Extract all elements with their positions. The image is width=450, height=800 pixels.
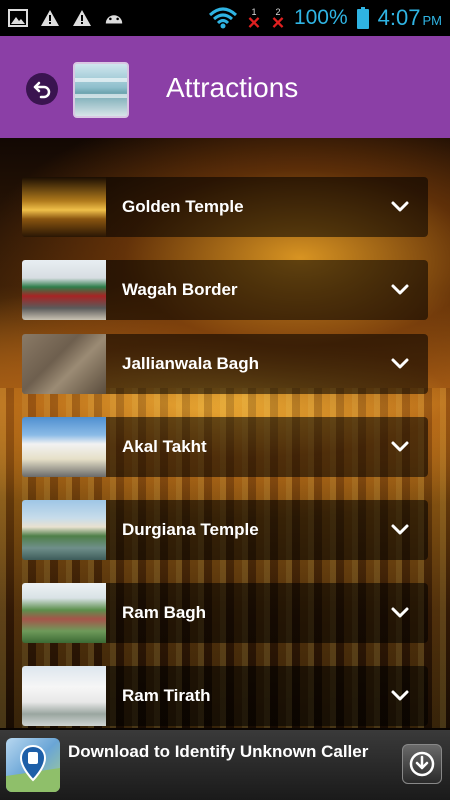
warning-icon: [40, 8, 60, 28]
attraction-thumbnail: [22, 583, 106, 643]
battery-percent: 100%: [293, 6, 348, 29]
chevron-down-icon[interactable]: [388, 195, 412, 219]
status-bar: 1 2 100% 4:07 PM: [0, 0, 450, 36]
android-icon: [104, 8, 124, 28]
chevron-down-icon[interactable]: [388, 435, 412, 459]
attraction-name: Ram Bagh: [122, 603, 207, 622]
map-pin-icon: [6, 738, 60, 792]
battery-icon: [356, 7, 370, 29]
list-item[interactable]: Ram Bagh: [22, 583, 428, 643]
attraction-name: Wagah Border: [122, 280, 238, 299]
attraction-name: Akal Takht: [122, 437, 207, 456]
list-item[interactable]: Jallianwala Bagh: [22, 334, 428, 394]
app-logo-thumbnail: [73, 62, 129, 118]
attraction-thumbnail: [22, 417, 106, 477]
chevron-down-icon[interactable]: [388, 352, 412, 376]
ad-banner[interactable]: Download to Identify Unknown Caller: [0, 730, 450, 800]
sim1-no-signal-icon: 1: [246, 8, 262, 28]
wifi-icon: [208, 7, 238, 29]
sim2-no-signal-icon: 2: [270, 8, 286, 28]
download-icon: [409, 751, 435, 777]
chevron-down-icon[interactable]: [388, 684, 412, 708]
attraction-name: Golden Temple: [122, 197, 244, 216]
attraction-thumbnail: [22, 260, 106, 320]
attraction-name: Ram Tirath: [122, 686, 211, 705]
app-header: Attractions: [0, 36, 450, 138]
attraction-thumbnail: [22, 666, 106, 726]
warning-icon: [72, 8, 92, 28]
list-item[interactable]: Wagah Border: [22, 260, 428, 320]
list-item[interactable]: Durgiana Temple: [22, 500, 428, 560]
attraction-name: Jallianwala Bagh: [122, 354, 259, 373]
list-item[interactable]: Akal Takht: [22, 417, 428, 477]
chevron-down-icon[interactable]: [388, 278, 412, 302]
chevron-down-icon[interactable]: [388, 518, 412, 542]
gallery-icon: [8, 8, 28, 28]
back-arrow-icon: [33, 81, 51, 99]
page-title: Attractions: [166, 72, 299, 103]
attraction-name: Durgiana Temple: [122, 520, 259, 539]
list-item[interactable]: Ram Tirath: [22, 666, 428, 726]
ad-text[interactable]: Download to Identify Unknown Caller: [68, 742, 368, 762]
download-button[interactable]: [402, 744, 442, 784]
list-item[interactable]: Golden Temple: [22, 177, 428, 237]
back-button[interactable]: [26, 73, 58, 105]
attraction-thumbnail: [22, 177, 106, 237]
attraction-thumbnail: [22, 334, 106, 394]
attraction-thumbnail: [22, 500, 106, 560]
clock: 4:07 PM: [377, 5, 442, 30]
chevron-down-icon[interactable]: [388, 601, 412, 625]
